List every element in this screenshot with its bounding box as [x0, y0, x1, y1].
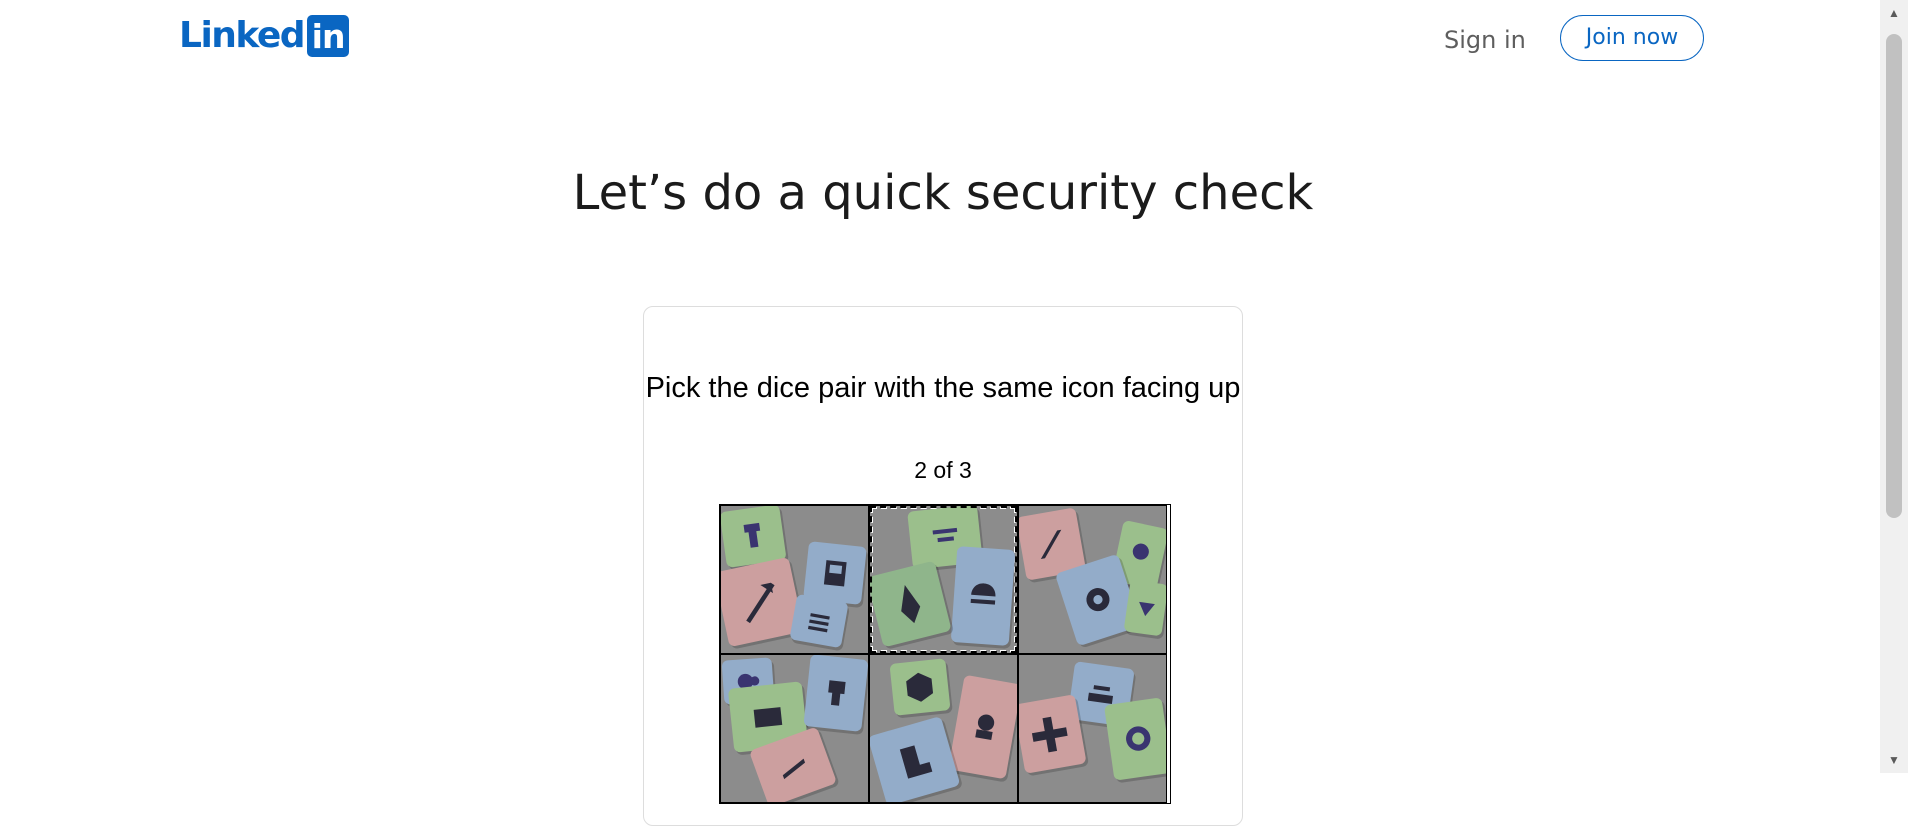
captcha-card: Pick the dice pair with the same icon fa…: [643, 306, 1243, 826]
dice-tile-3[interactable]: [1018, 505, 1167, 654]
die-image: [789, 593, 849, 649]
dice-tile-1[interactable]: [720, 505, 869, 654]
die-image: [870, 715, 961, 802]
die-image: [1019, 694, 1087, 774]
join-now-button[interactable]: Join now: [1560, 15, 1704, 61]
dice-tile-4[interactable]: [720, 654, 869, 803]
dice-tile-5[interactable]: [869, 654, 1018, 803]
dice-image-grid: [719, 504, 1171, 804]
die-image: [803, 541, 867, 605]
page-scrollbar[interactable]: ▲ ▼: [1880, 0, 1908, 773]
die-image: [1123, 579, 1166, 637]
die-image: [870, 560, 952, 648]
challenge-progress: 2 of 3: [914, 457, 972, 483]
die-image: [950, 546, 1016, 646]
die-image: [803, 655, 868, 732]
linkedin-logo[interactable]: Linked in: [179, 14, 350, 58]
dice-tile-2[interactable]: [869, 505, 1018, 654]
sign-in-link[interactable]: Sign in: [1430, 22, 1540, 58]
logo-wordmark: Linked: [179, 15, 306, 56]
challenge-prompt: Pick the dice pair with the same icon fa…: [645, 372, 1241, 404]
die-image: [889, 658, 951, 716]
scrollbar-thumb[interactable]: [1886, 34, 1902, 518]
site-header: Linked in Sign in Join now: [0, 0, 1880, 78]
scroll-down-arrow-icon[interactable]: ▼: [1880, 749, 1908, 771]
die-image: [948, 674, 1017, 780]
die-image: [1103, 697, 1166, 781]
scroll-up-arrow-icon[interactable]: ▲: [1880, 2, 1908, 24]
page-title: Let’s do a quick security check: [572, 165, 1314, 221]
dice-tile-6[interactable]: [1018, 654, 1167, 803]
logo-in-icon: in: [307, 15, 350, 57]
